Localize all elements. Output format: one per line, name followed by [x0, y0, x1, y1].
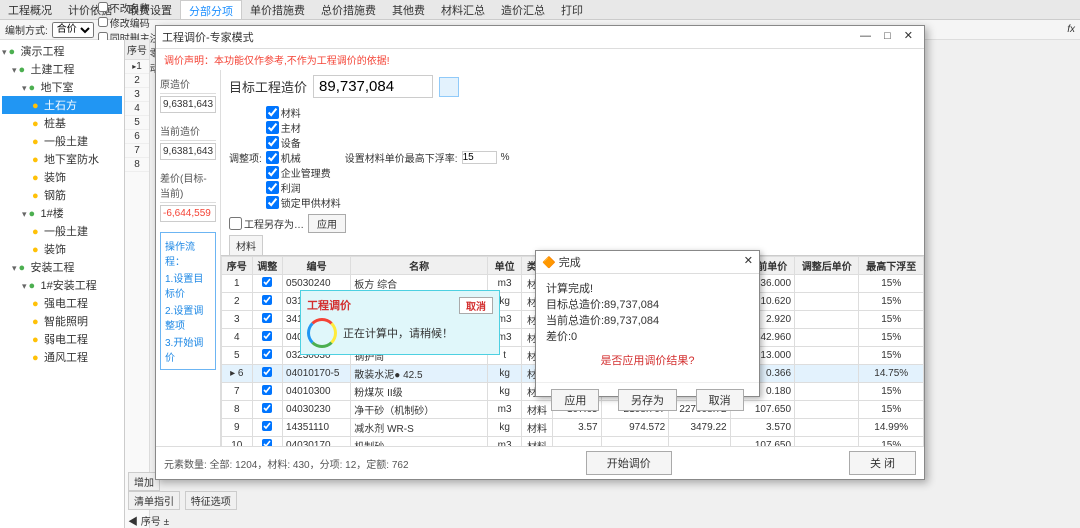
tree-node[interactable]: 钢筋	[2, 186, 122, 204]
spinner-icon	[307, 318, 337, 348]
main-tab[interactable]: 材料汇总	[433, 0, 493, 19]
progress-dialog: 工程调价 取消 正在计算中，请稍候！	[300, 290, 500, 355]
calculator-icon[interactable]	[439, 77, 459, 97]
tab-feature[interactable]: 特征选项	[185, 491, 237, 510]
progress-message: 正在计算中，请稍候！	[343, 325, 453, 341]
stats-text: 元素数量: 全部: 1204，材料: 430，分项: 12，定额: 762	[164, 456, 409, 471]
fx-label[interactable]: fx	[1067, 24, 1075, 35]
table-row[interactable]: 1004030170机制砂m3材料107.65015%	[222, 437, 924, 447]
tree-node[interactable]: 地下室防水	[2, 150, 122, 168]
tree-node[interactable]: 通风工程	[2, 348, 122, 366]
warning-text: 调价声明：本功能仅作参考,不作为工程调价的依据!	[156, 49, 924, 70]
material-tab[interactable]: 材料	[229, 235, 263, 255]
tree-node[interactable]: 桩基	[2, 114, 122, 132]
confirm-saveas-button[interactable]: 另存为	[618, 389, 677, 411]
tree-node[interactable]: 安装工程	[2, 258, 122, 276]
main-tab[interactable]: 工程概况	[0, 0, 60, 19]
bottom-panel: 增加 清单指引 特征选项 ◀ 序号 ±	[128, 472, 268, 528]
dialog-title: 工程调价-专家模式	[162, 29, 254, 45]
tab-listing[interactable]: 清单指引	[128, 491, 180, 510]
row-number-gutter: 序号 12345678	[125, 40, 150, 528]
close-button[interactable]: 关 闭	[849, 451, 916, 475]
main-tab[interactable]: 其他费	[384, 0, 433, 19]
tree-node[interactable]: 1#楼	[2, 204, 122, 222]
workflow-box: 操作流程： 1.设置目标价 2.设置调整项 3.开始调价	[160, 232, 216, 370]
maximize-icon[interactable]: □	[879, 30, 896, 42]
left-summary: 原造价9,6381,643 当前造价9,6381,643 差价(目标-当前)-6…	[156, 70, 221, 446]
tree-node[interactable]: 装饰	[2, 240, 122, 258]
tree-node[interactable]: 强电工程	[2, 294, 122, 312]
confirm-title: 🔶 完成	[542, 254, 581, 270]
main-tab[interactable]: 总价措施费	[313, 0, 384, 19]
tree-node[interactable]: 土石方	[2, 96, 122, 114]
prev-icon[interactable]: ◀	[128, 517, 138, 528]
tree-node[interactable]: 1#安装工程	[2, 276, 122, 294]
confirm-dialog: 🔶 完成 ✕ 计算完成! 目标总造价:89,737,084 当前总造价:89,7…	[535, 250, 760, 397]
confirm-apply-button[interactable]: 应用	[551, 389, 599, 411]
tree-node[interactable]: 装饰	[2, 168, 122, 186]
target-input[interactable]	[313, 75, 433, 98]
start-adjust-button[interactable]: 开始调价	[586, 451, 672, 475]
minimize-icon[interactable]: —	[855, 30, 876, 42]
tree-node[interactable]: 一般土建	[2, 222, 122, 240]
main-tab[interactable]: 单价措施费	[242, 0, 313, 19]
project-tree: 演示工程土建工程地下室土石方桩基一般土建地下室防水装饰钢筋1#楼一般土建装饰安装…	[0, 40, 125, 528]
tree-node[interactable]: 弱电工程	[2, 330, 122, 348]
tree-node[interactable]: 智能照明	[2, 312, 122, 330]
target-label: 目标工程造价	[229, 77, 307, 96]
progress-title: 工程调价	[307, 297, 351, 314]
table-row[interactable]: 914351110减水剂 WR-Skg材料3.57974.5723479.223…	[222, 419, 924, 437]
main-tab[interactable]: 造价汇总	[493, 0, 553, 19]
progress-cancel-button[interactable]: 取消	[459, 297, 493, 314]
seq-header: 序号	[125, 40, 149, 60]
rate-input[interactable]	[462, 151, 497, 164]
confirm-close-icon[interactable]: ✕	[744, 254, 753, 270]
method-label: 编制方式:	[5, 22, 48, 37]
main-tab[interactable]: 打印	[553, 0, 591, 19]
tree-node[interactable]: 一般土建	[2, 132, 122, 150]
tree-node[interactable]: 土建工程	[2, 60, 122, 78]
confirm-question: 是否应用调价结果?	[546, 344, 749, 376]
confirm-cancel-button[interactable]: 取消	[696, 389, 744, 411]
tree-node[interactable]: 演示工程	[2, 42, 122, 60]
tree-node[interactable]: 地下室	[2, 78, 122, 96]
method-select[interactable]: 合价	[52, 22, 94, 38]
apply-button[interactable]: 应用	[308, 214, 346, 233]
close-icon[interactable]: ✕	[899, 30, 918, 42]
